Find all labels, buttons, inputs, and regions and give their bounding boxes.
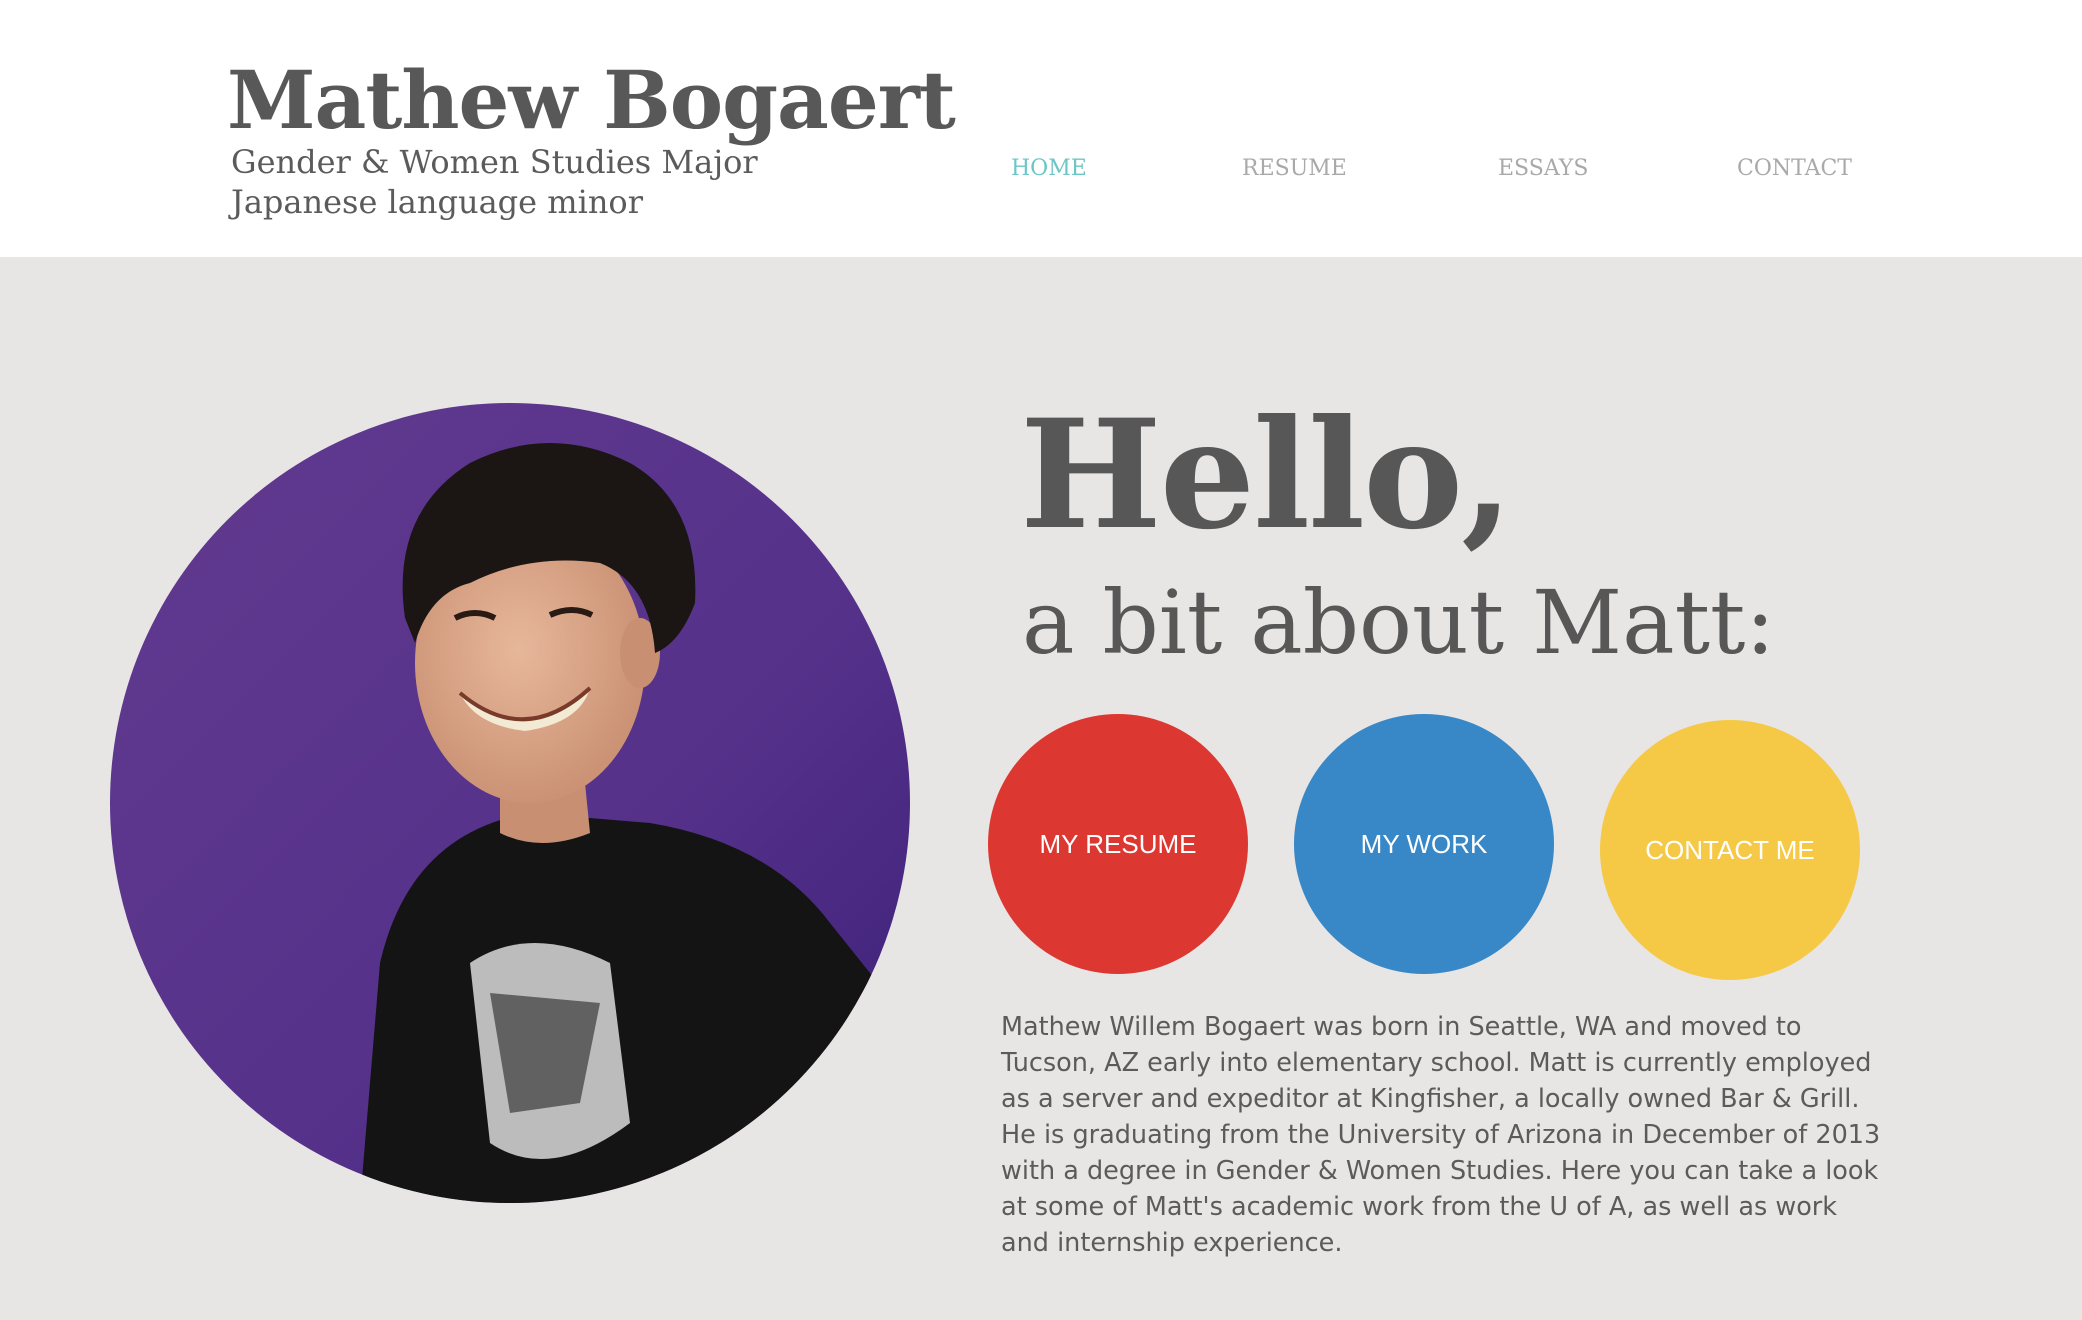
site-subtitle-minor: Japanese language minor xyxy=(231,183,643,221)
my-resume-button[interactable]: MY RESUME xyxy=(988,714,1248,974)
site-subtitle-major: Gender & Women Studies Major xyxy=(231,143,758,181)
profile-photo xyxy=(110,403,910,1203)
hero-tagline: a bit about Matt: xyxy=(1022,571,1775,674)
nav-item-essays[interactable]: ESSAYS xyxy=(1498,154,1588,184)
my-work-button[interactable]: MY WORK xyxy=(1294,714,1554,974)
nav-item-home[interactable]: HOME xyxy=(1011,154,1087,184)
site-title[interactable]: Mathew Bogaert xyxy=(227,50,956,150)
nav-item-contact[interactable]: CONTACT xyxy=(1737,154,1852,184)
hero-greeting: Hello, xyxy=(1020,387,1513,563)
site-header: Mathew Bogaert Gender & Women Studies Ma… xyxy=(0,0,2082,257)
contact-me-button[interactable]: CONTACT ME xyxy=(1600,720,1860,980)
nav-item-resume[interactable]: RESUME xyxy=(1242,154,1347,184)
bio-paragraph: Mathew Willem Bogaert was born in Seattl… xyxy=(1001,1012,1881,1258)
